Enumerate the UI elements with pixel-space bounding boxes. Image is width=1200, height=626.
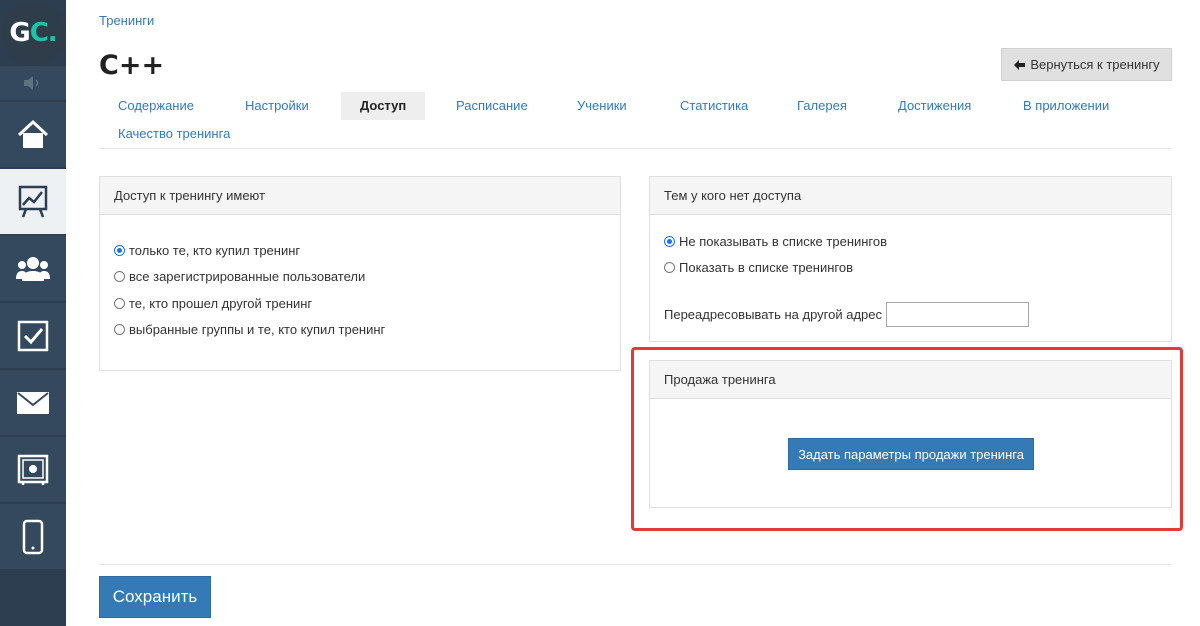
logo-icon: G C. — [1, 1, 65, 65]
redirect-url-input[interactable] — [886, 302, 1030, 327]
save-button[interactable]: Сохранить — [99, 576, 211, 618]
home-icon — [17, 119, 49, 148]
tab-in-app[interactable]: В приложении — [1004, 92, 1128, 120]
tab-schedule[interactable]: Расписание — [437, 92, 547, 120]
checkbox-icon — [17, 320, 49, 351]
access-option-label: все зарегистрированные пользователи — [129, 269, 366, 285]
sidebar-item-settings[interactable] — [0, 436, 66, 502]
sidebar-item-home[interactable] — [0, 101, 66, 167]
access-panel-title: Доступ к тренингу имеют — [100, 177, 620, 215]
visibility-option-label: Показать в списке тренингов — [679, 260, 853, 276]
users-icon — [16, 256, 50, 281]
no-access-panel-title: Тем у кого нет доступа — [650, 177, 1171, 215]
access-option[interactable]: те, кто прошел другой тренинг — [114, 290, 606, 317]
radio-icon[interactable] — [114, 297, 125, 309]
radio-icon[interactable] — [114, 324, 125, 336]
tab-achievements[interactable]: Достижения — [879, 92, 990, 120]
mobile-icon — [22, 519, 44, 554]
back-to-training-button[interactable]: Вернуться к тренингу — [1001, 48, 1172, 81]
sidebar: G C. — [0, 0, 66, 626]
sidebar-item-mobile[interactable] — [0, 503, 66, 569]
logo[interactable]: G C. — [0, 0, 66, 66]
sidebar-item-tasks[interactable] — [0, 302, 66, 368]
visibility-option[interactable]: Не показывать в списке тренингов — [664, 228, 1157, 255]
visibility-option-label: Не показывать в списке тренингов — [679, 233, 888, 249]
radio-checked-icon[interactable] — [114, 244, 125, 256]
breadcrumb[interactable]: Тренинги — [99, 13, 154, 28]
tab-bar: Содержание Настройки Доступ Расписание У… — [99, 92, 1172, 149]
access-options: только те, кто купил тренинг все зарегис… — [100, 215, 620, 343]
access-option[interactable]: все зарегистрированные пользователи — [114, 264, 606, 291]
safe-icon — [17, 454, 49, 485]
redirect-label: Переадресовывать на другой адрес — [664, 307, 883, 322]
access-option-label: те, кто прошел другой тренинг — [129, 295, 313, 311]
divider — [99, 564, 1172, 565]
tab-settings[interactable]: Настройки — [226, 92, 328, 120]
tab-access[interactable]: Доступ — [341, 92, 426, 120]
sidebar-item-users[interactable] — [0, 235, 66, 301]
sound-toggle[interactable] — [0, 66, 66, 100]
logo-text: G — [9, 18, 30, 48]
tab-content[interactable]: Содержание — [99, 92, 213, 120]
chart-board-icon — [18, 185, 48, 217]
tab-statistics[interactable]: Статистика — [661, 92, 767, 120]
highlight-frame — [631, 347, 1183, 531]
access-panel: Доступ к тренингу имеют только те, кто к… — [99, 176, 621, 371]
visibility-options: Не показывать в списке тренингов Показат… — [650, 215, 1171, 281]
arrow-left-icon — [1014, 59, 1026, 70]
tab-gallery[interactable]: Галерея — [778, 92, 866, 120]
radio-checked-icon[interactable] — [664, 235, 675, 247]
sidebar-item-trainings[interactable] — [0, 168, 66, 234]
sidebar-item-mail[interactable] — [0, 369, 66, 435]
logo-text-accent: C. — [29, 18, 58, 48]
access-option[interactable]: только те, кто купил тренинг — [114, 237, 606, 264]
access-option-label: только те, кто купил тренинг — [129, 242, 301, 258]
page-title: C++ — [99, 50, 165, 81]
visibility-option[interactable]: Показать в списке тренингов — [664, 255, 1157, 282]
access-option[interactable]: выбранные группы и те, кто купил тренинг — [114, 317, 606, 344]
access-option-label: выбранные группы и те, кто купил тренинг — [129, 322, 386, 338]
back-button-label: Вернуться к тренингу — [1030, 57, 1160, 72]
mail-icon — [17, 391, 49, 414]
speaker-icon — [24, 76, 39, 90]
no-access-panel: Тем у кого нет доступа Не показывать в с… — [649, 176, 1172, 342]
redirect-row: Переадресовывать на другой адрес — [664, 302, 1030, 327]
radio-icon[interactable] — [664, 262, 675, 274]
radio-icon[interactable] — [114, 271, 125, 283]
tab-students[interactable]: Ученики — [558, 92, 646, 120]
tab-quality[interactable]: Качество тренинга — [99, 120, 249, 148]
